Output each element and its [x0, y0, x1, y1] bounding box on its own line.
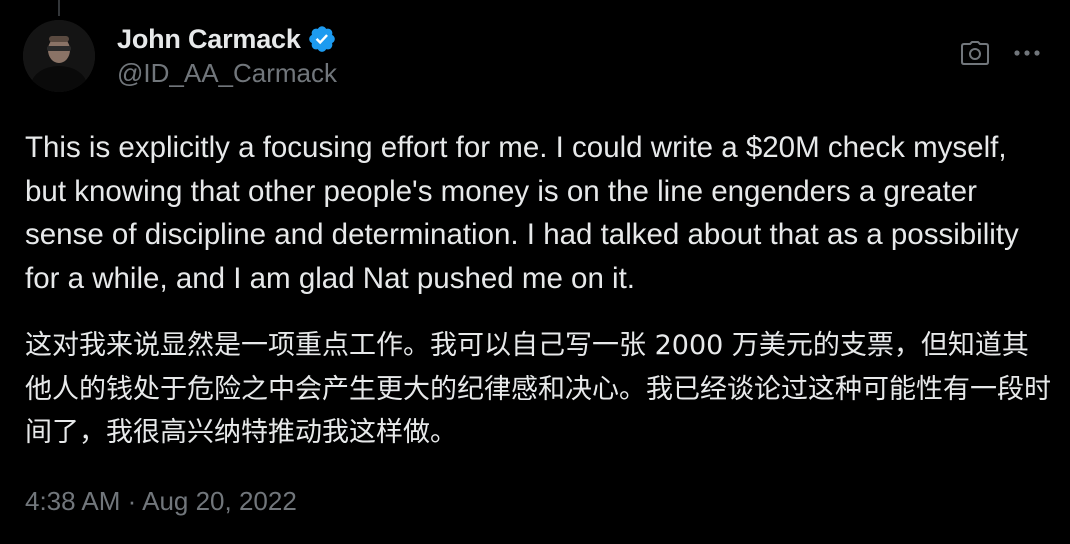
avatar-photo [23, 20, 95, 92]
thread-connector-line [58, 0, 60, 16]
name-row: John Carmack [117, 22, 337, 56]
tweet-text: This is explicitly a focusing effort for… [25, 126, 1055, 455]
more-options-button[interactable] [1012, 38, 1042, 68]
author-handle[interactable]: @ID_AA_Carmack [117, 58, 337, 89]
tweet-header: John Carmack @ID_AA_Carmack [117, 22, 337, 89]
more-options-icon [1014, 50, 1040, 56]
camera-icon [961, 41, 989, 65]
timestamp-separator: · [127, 486, 137, 516]
verified-badge-icon [307, 24, 337, 54]
camera-button[interactable] [960, 38, 990, 68]
tweet-text-english: This is explicitly a focusing effort for… [25, 131, 1019, 295]
tweet-time: 4:38 AM [25, 486, 121, 516]
tweet-date: Aug 20, 2022 [142, 486, 297, 516]
tweet-timestamp: 4:38 AM · Aug 20, 2022 [25, 486, 297, 517]
author-display-name[interactable]: John Carmack [117, 24, 301, 55]
author-avatar[interactable] [23, 20, 95, 92]
tweet-actions [960, 38, 1042, 68]
tweet-time-link[interactable]: 4:38 AM · Aug 20, 2022 [25, 486, 297, 516]
tweet-text-chinese: 这对我来说显然是一项重点工作。我可以自己写一张 2000 万美元的支票，但知道其… [25, 330, 1051, 448]
